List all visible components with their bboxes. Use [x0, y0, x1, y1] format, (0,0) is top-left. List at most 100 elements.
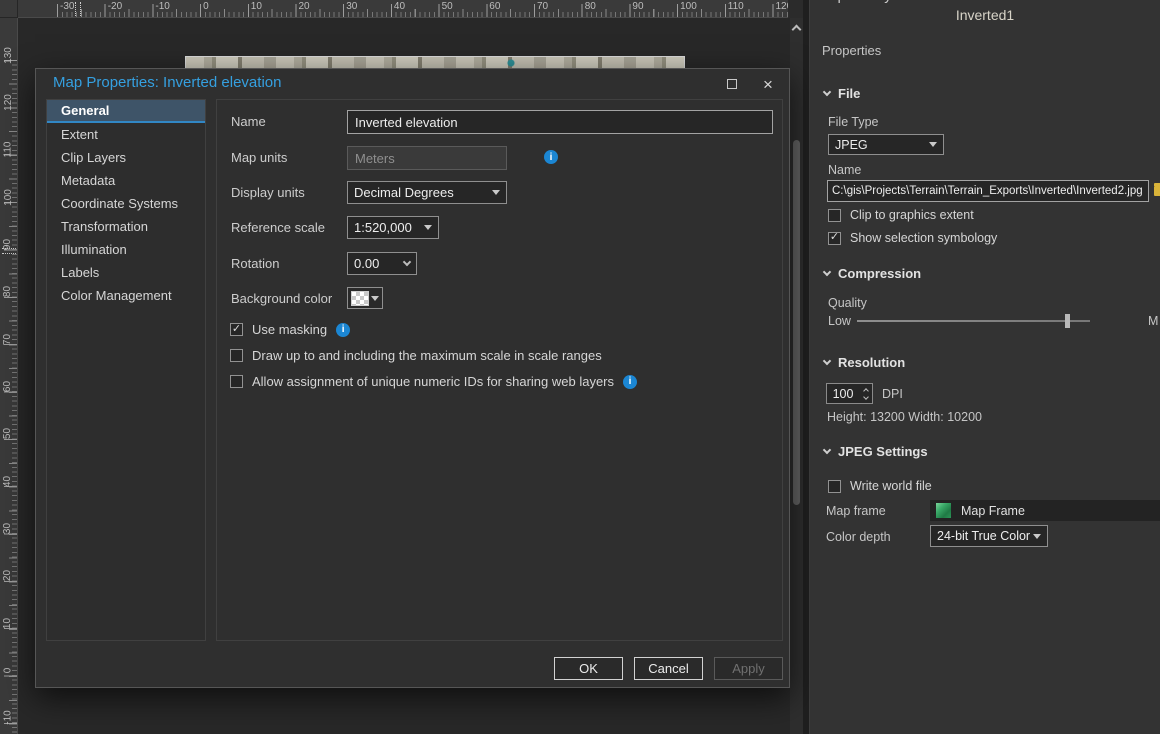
ruler-top-label: 110: [728, 1, 744, 12]
browse-folder-icon[interactable]: [1154, 186, 1160, 196]
show-selection-checkbox[interactable]: [828, 232, 841, 245]
ruler-top-label: -20: [108, 1, 122, 12]
ruler-top-label: 100: [680, 1, 697, 12]
dimensions-label: Height: 13200 Width: 10200: [827, 410, 982, 424]
spinner-down-icon[interactable]: [863, 394, 869, 400]
file-type-dropdown[interactable]: JPEG: [828, 134, 944, 155]
chevron-down-icon: [403, 258, 411, 266]
map-frame-value: Map Frame: [961, 504, 1025, 518]
background-color-picker[interactable]: [347, 287, 383, 309]
file-section-header[interactable]: File: [824, 86, 860, 101]
transparent-color-swatch: [351, 291, 369, 306]
dropdown-arrow-icon: [424, 225, 432, 230]
ruler-top-label: 90: [632, 1, 643, 12]
reference-scale-dropdown[interactable]: 1:520,000: [347, 216, 439, 239]
spinner-up-icon[interactable]: [863, 388, 869, 394]
quality-slider[interactable]: [857, 320, 1090, 322]
rotation-dropdown[interactable]: 0.00: [347, 252, 417, 275]
dialog-sidebar: GeneralExtentClip LayersMetadataCoordina…: [46, 99, 206, 641]
pane-clipped-title: Export Layout: [820, 0, 913, 4]
jpeg-settings-section-header[interactable]: JPEG Settings: [824, 444, 928, 459]
file-name-label: Name: [828, 163, 861, 177]
display-units-value: Decimal Degrees: [354, 185, 454, 200]
sidebar-item-general[interactable]: General: [47, 100, 205, 123]
collapse-chevron-icon: [823, 267, 831, 275]
jpeg-settings-section-label: JPEG Settings: [838, 444, 928, 459]
map-frame-icon: [936, 503, 951, 518]
name-input[interactable]: Inverted elevation: [347, 110, 773, 134]
pane-divider[interactable]: [803, 0, 810, 734]
map-units-label: Map units: [231, 150, 287, 165]
vertical-scrollbar[interactable]: [790, 18, 803, 734]
ruler-left-label: 120: [0, 92, 18, 112]
file-type-label: File Type: [828, 115, 879, 129]
unique-ids-checkbox[interactable]: [230, 375, 243, 388]
use-masking-checkbox[interactable]: [230, 323, 243, 336]
display-units-dropdown[interactable]: Decimal Degrees: [347, 181, 507, 204]
map-frame-selector[interactable]: Map Frame: [930, 500, 1160, 521]
color-depth-dropdown[interactable]: 24-bit True Color: [930, 525, 1048, 547]
sidebar-item-clip-layers[interactable]: Clip Layers: [47, 146, 205, 169]
compression-section-header[interactable]: Compression: [824, 266, 921, 281]
use-masking-label: Use masking: [252, 322, 327, 337]
name-label: Name: [231, 114, 266, 129]
quality-max-label: M: [1148, 314, 1158, 328]
clip-graphics-row[interactable]: Clip to graphics extent: [828, 208, 974, 222]
ruler-left-label-text: 30: [3, 523, 14, 534]
compression-section-label: Compression: [838, 266, 921, 281]
apply-button: Apply: [714, 657, 783, 680]
spinner-arrows[interactable]: [859, 384, 872, 403]
file-type-value: JPEG: [835, 138, 868, 152]
resolution-section-header[interactable]: Resolution: [824, 355, 905, 370]
ruler-left-label-text: 130: [3, 47, 14, 64]
dialog-title: Map Properties: Inverted elevation: [53, 74, 281, 91]
ruler-left-label-text: 110: [2, 142, 13, 158]
info-icon: i: [544, 150, 558, 164]
ruler-left-label-text: 20: [3, 570, 14, 581]
write-world-file-row[interactable]: Write world file: [828, 479, 932, 493]
scroll-up-icon[interactable]: [792, 25, 802, 35]
ruler-left-label: 10: [0, 613, 18, 633]
ruler-top-label: 60: [489, 1, 500, 12]
collapse-chevron-icon: [823, 87, 831, 95]
ruler-left-label: 110: [0, 140, 18, 160]
sidebar-item-illumination[interactable]: Illumination: [47, 238, 205, 261]
dropdown-arrow-icon: [929, 142, 937, 147]
sidebar-item-extent[interactable]: Extent: [47, 123, 205, 146]
write-world-file-label: Write world file: [850, 479, 932, 493]
draw-max-scale-checkbox[interactable]: [230, 349, 243, 362]
use-masking-row[interactable]: Use masking i: [230, 322, 350, 337]
sidebar-item-transformation[interactable]: Transformation: [47, 215, 205, 238]
maximize-button[interactable]: [719, 75, 745, 93]
ruler-left-label-text: -10: [2, 711, 13, 725]
ok-button[interactable]: OK: [554, 657, 623, 680]
ruler-left-label: 30: [0, 519, 18, 539]
ruler-top-label: 20: [299, 1, 310, 12]
ruler-top-label: 80: [585, 1, 596, 12]
sidebar-item-color-management[interactable]: Color Management: [47, 284, 205, 307]
cancel-button[interactable]: Cancel: [634, 657, 703, 680]
export-properties-panel: Export Layout Inverted1 Properties File …: [810, 0, 1160, 734]
draw-max-scale-row[interactable]: Draw up to and including the maximum sca…: [230, 348, 602, 363]
clip-graphics-checkbox[interactable]: [828, 209, 841, 222]
scrollbar-thumb[interactable]: [793, 140, 800, 505]
dpi-spinner[interactable]: 100: [826, 383, 873, 404]
maximize-icon: [727, 79, 737, 89]
quality-slider-thumb[interactable]: [1065, 314, 1070, 328]
sidebar-item-metadata[interactable]: Metadata: [47, 169, 205, 192]
ruler-top-label: 120: [776, 1, 789, 12]
sidebar-item-coordinate-systems[interactable]: Coordinate Systems: [47, 192, 205, 215]
background-color-label: Background color: [231, 291, 332, 306]
map-units-input: Meters: [347, 146, 507, 170]
close-button[interactable]: ×: [755, 75, 781, 93]
ruler-left-label: 80: [0, 282, 18, 302]
ruler-top-label: 40: [394, 1, 405, 12]
write-world-file-checkbox[interactable]: [828, 480, 841, 493]
sidebar-item-labels[interactable]: Labels: [47, 261, 205, 284]
rotation-value: 0.00: [354, 256, 379, 271]
file-path-input[interactable]: C:\gis\Projects\Terrain\Terrain_Exports\…: [827, 180, 1149, 202]
show-selection-row[interactable]: Show selection symbology: [828, 231, 997, 245]
unique-ids-row[interactable]: Allow assignment of unique numeric IDs f…: [230, 374, 637, 389]
ruler-left-label-text: 10: [3, 618, 14, 629]
ruler-left-label: 0: [0, 661, 18, 681]
